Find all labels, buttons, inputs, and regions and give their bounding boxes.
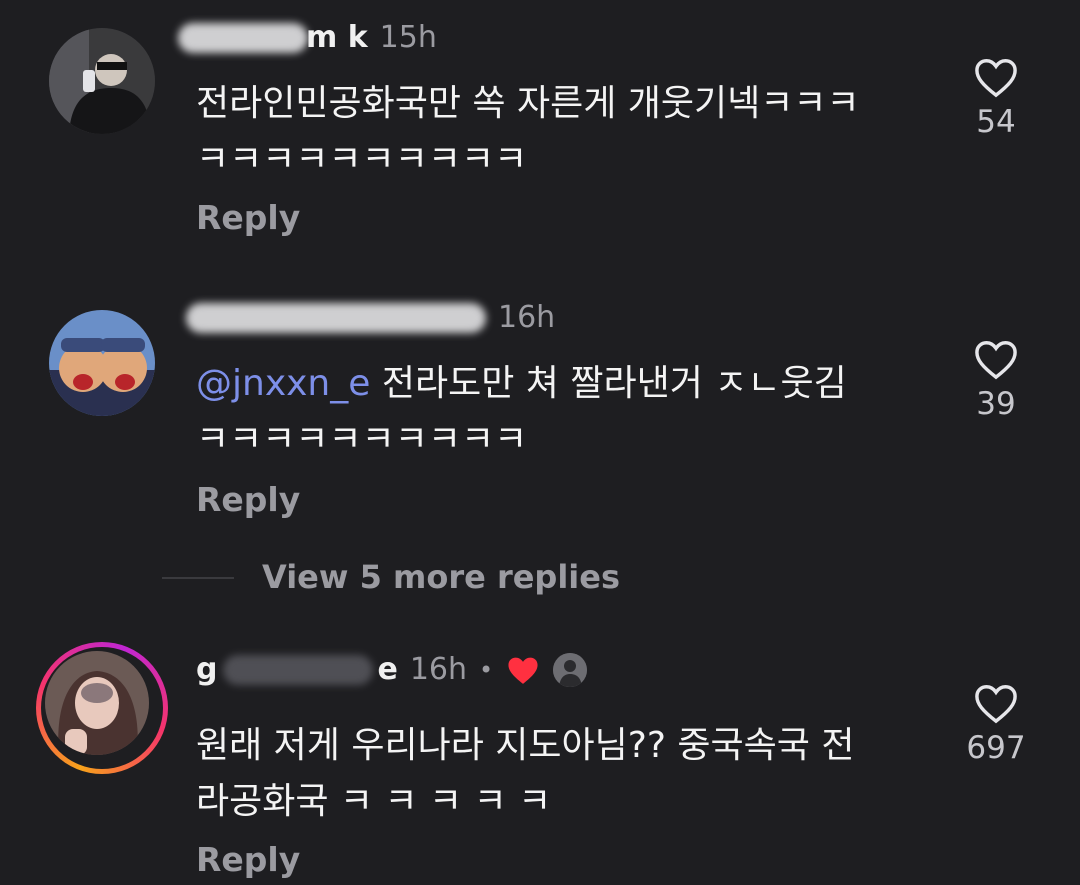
reply-button[interactable]: Reply	[196, 198, 300, 237]
comment-text: 전라인민공화국만 쏙 자른게 개웃기넥ㅋㅋㅋ ㅋㅋㅋㅋㅋㅋㅋㅋㅋㅋ	[196, 76, 926, 188]
like-count: 39	[976, 386, 1016, 422]
redacted-username	[178, 22, 308, 53]
username-end[interactable]: e	[377, 652, 397, 687]
comment-text-line: 라공화국 ㅋ ㅋ ㅋ ㅋ ㅋ	[196, 781, 552, 822]
creator-liked-heart-icon	[508, 657, 538, 684]
avatar-photo	[49, 28, 155, 134]
username[interactable]: m k	[306, 20, 368, 55]
like-button[interactable]: 39	[961, 338, 1031, 422]
comment-header: m k 15h	[178, 20, 437, 55]
username[interactable]: g	[196, 652, 217, 687]
heart-icon	[975, 685, 1017, 724]
comment-text-line: @jnxxn_e 전라도만 쳐 짤라낸거 ㅈㄴ웃김	[196, 356, 926, 412]
comment-header: 16h	[186, 300, 556, 335]
like-count: 697	[966, 730, 1026, 766]
comment-text-line: 전라인민공화국만 쏙 자른게 개웃기넥ㅋㅋㅋ	[196, 83, 860, 124]
comment-text-content: 전라도만 쳐 짤라낸거 ㅈㄴ웃김	[381, 363, 847, 404]
mention-link[interactable]: @jnxxn_e	[196, 363, 370, 404]
reply-button[interactable]: Reply	[196, 480, 300, 519]
avatar[interactable]	[49, 310, 155, 416]
redacted-username	[186, 302, 486, 333]
like-button[interactable]: 54	[961, 56, 1031, 140]
like-count: 54	[976, 104, 1016, 140]
avatar[interactable]	[49, 28, 155, 134]
avatar-photo	[45, 651, 149, 755]
comment-text-line: ㅋㅋㅋㅋㅋㅋㅋㅋㅋㅋ	[196, 139, 528, 180]
heart-icon	[975, 341, 1017, 380]
creator-avatar	[553, 652, 588, 687]
comment-text: @jnxxn_e 전라도만 쳐 짤라낸거 ㅈㄴ웃김 ㅋㅋㅋㅋㅋㅋㅋㅋㅋㅋ	[196, 356, 926, 468]
story-ring[interactable]	[36, 642, 168, 774]
redacted-username	[223, 654, 374, 685]
like-button[interactable]: 697	[961, 682, 1031, 766]
timestamp: 16h	[498, 300, 556, 335]
timestamp: 15h	[379, 20, 437, 55]
creator-avatar-photo	[553, 652, 588, 687]
comment-text-line: ㅋㅋㅋㅋㅋㅋㅋㅋㅋㅋ	[196, 419, 528, 460]
separator-dot: •	[479, 655, 494, 684]
thread-divider	[162, 577, 234, 579]
reply-button[interactable]: Reply	[196, 840, 300, 879]
avatar-photo	[49, 310, 155, 416]
comment-text-line: 원래 저게 우리나라 지도아님?? 중국속국 전	[196, 725, 855, 766]
view-more-replies-button[interactable]: View 5 more replies	[262, 558, 620, 596]
comment-text: 원래 저게 우리나라 지도아님?? 중국속국 전 라공화국 ㅋ ㅋ ㅋ ㅋ ㅋ	[196, 718, 926, 830]
comment-header: g e 16h •	[196, 652, 588, 687]
avatar[interactable]	[45, 651, 149, 755]
heart-icon	[975, 59, 1017, 98]
timestamp: 16h	[409, 652, 468, 687]
